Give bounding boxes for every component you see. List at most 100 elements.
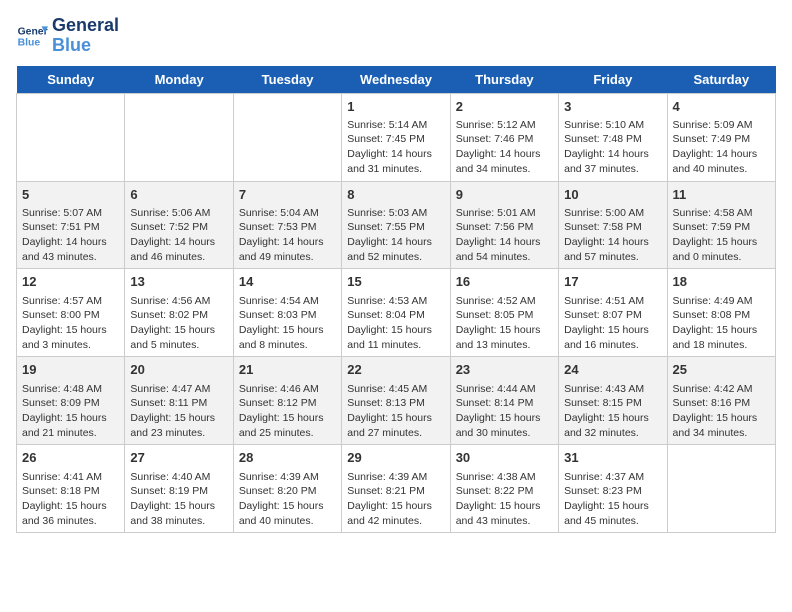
cell-sun-info: Sunrise: 5:01 AM Sunset: 7:56 PM Dayligh…	[456, 206, 553, 265]
cell-sun-info: Sunrise: 4:47 AM Sunset: 8:11 PM Dayligh…	[130, 382, 227, 441]
date-number: 26	[22, 449, 119, 467]
date-number: 13	[130, 273, 227, 291]
calendar-cell	[17, 93, 125, 181]
cell-sun-info: Sunrise: 4:48 AM Sunset: 8:09 PM Dayligh…	[22, 382, 119, 441]
calendar-cell: 8 Sunrise: 5:03 AM Sunset: 7:55 PM Daylig…	[342, 181, 450, 269]
cell-sun-info: Sunrise: 4:57 AM Sunset: 8:00 PM Dayligh…	[22, 294, 119, 353]
cell-sun-info: Sunrise: 5:03 AM Sunset: 7:55 PM Dayligh…	[347, 206, 444, 265]
cell-sun-info: Sunrise: 4:41 AM Sunset: 8:18 PM Dayligh…	[22, 470, 119, 529]
date-number: 14	[239, 273, 336, 291]
date-number: 23	[456, 361, 553, 379]
calendar-cell: 6 Sunrise: 5:06 AM Sunset: 7:52 PM Daylig…	[125, 181, 233, 269]
weekday-header-wednesday: Wednesday	[342, 66, 450, 94]
date-number: 11	[673, 186, 770, 204]
date-number: 17	[564, 273, 661, 291]
calendar-cell: 19 Sunrise: 4:48 AM Sunset: 8:09 PM Dayli…	[17, 357, 125, 445]
calendar-cell: 26 Sunrise: 4:41 AM Sunset: 8:18 PM Dayli…	[17, 445, 125, 533]
cell-sun-info: Sunrise: 4:51 AM Sunset: 8:07 PM Dayligh…	[564, 294, 661, 353]
cell-sun-info: Sunrise: 4:45 AM Sunset: 8:13 PM Dayligh…	[347, 382, 444, 441]
logo-icon: General Blue	[16, 20, 48, 52]
calendar-cell: 21 Sunrise: 4:46 AM Sunset: 8:12 PM Dayli…	[233, 357, 341, 445]
calendar-cell: 22 Sunrise: 4:45 AM Sunset: 8:13 PM Dayli…	[342, 357, 450, 445]
date-number: 20	[130, 361, 227, 379]
cell-sun-info: Sunrise: 4:52 AM Sunset: 8:05 PM Dayligh…	[456, 294, 553, 353]
calendar-cell: 5Sunrise: 5:07 AM Sunset: 7:51 PM Daylig…	[17, 181, 125, 269]
date-number: 9	[456, 186, 553, 204]
date-number: 8	[347, 186, 444, 204]
date-number: 18	[673, 273, 770, 291]
weekday-header-monday: Monday	[125, 66, 233, 94]
calendar-cell: 29Sunrise: 4:39 AM Sunset: 8:21 PM Dayli…	[342, 445, 450, 533]
calendar-cell: 25 Sunrise: 4:42 AM Sunset: 8:16 PM Dayli…	[667, 357, 775, 445]
date-number: 25	[673, 361, 770, 379]
calendar-table: SundayMondayTuesdayWednesdayThursdayFrid…	[16, 66, 776, 534]
calendar-cell: 15Sunrise: 4:53 AM Sunset: 8:04 PM Dayli…	[342, 269, 450, 357]
calendar-cell	[233, 93, 341, 181]
calendar-cell	[125, 93, 233, 181]
cell-sun-info: Sunrise: 4:39 AM Sunset: 8:21 PM Dayligh…	[347, 470, 444, 529]
calendar-cell: 2 Sunrise: 5:12 AM Sunset: 7:46 PM Daylig…	[450, 93, 558, 181]
logo: General Blue General Blue	[16, 16, 119, 56]
calendar-cell: 1 Sunrise: 5:14 AM Sunset: 7:45 PM Daylig…	[342, 93, 450, 181]
calendar-cell: 10Sunrise: 5:00 AM Sunset: 7:58 PM Dayli…	[559, 181, 667, 269]
date-number: 21	[239, 361, 336, 379]
cell-sun-info: Sunrise: 5:10 AM Sunset: 7:48 PM Dayligh…	[564, 118, 661, 177]
calendar-cell: 16Sunrise: 4:52 AM Sunset: 8:05 PM Dayli…	[450, 269, 558, 357]
calendar-cell: 13 Sunrise: 4:56 AM Sunset: 8:02 PM Dayli…	[125, 269, 233, 357]
calendar-cell: 24 Sunrise: 4:43 AM Sunset: 8:15 PM Dayli…	[559, 357, 667, 445]
cell-sun-info: Sunrise: 4:37 AM Sunset: 8:23 PM Dayligh…	[564, 470, 661, 529]
calendar-cell: 7 Sunrise: 5:04 AM Sunset: 7:53 PM Daylig…	[233, 181, 341, 269]
weekday-header-saturday: Saturday	[667, 66, 775, 94]
cell-sun-info: Sunrise: 5:14 AM Sunset: 7:45 PM Dayligh…	[347, 118, 444, 177]
cell-sun-info: Sunrise: 5:09 AM Sunset: 7:49 PM Dayligh…	[673, 118, 770, 177]
calendar-cell: 3 Sunrise: 5:10 AM Sunset: 7:48 PM Daylig…	[559, 93, 667, 181]
cell-sun-info: Sunrise: 4:44 AM Sunset: 8:14 PM Dayligh…	[456, 382, 553, 441]
cell-sun-info: Sunrise: 4:56 AM Sunset: 8:02 PM Dayligh…	[130, 294, 227, 353]
date-number: 30	[456, 449, 553, 467]
date-number: 6	[130, 186, 227, 204]
calendar-week-row: 1 Sunrise: 5:14 AM Sunset: 7:45 PM Daylig…	[17, 93, 776, 181]
date-number: 28	[239, 449, 336, 467]
cell-sun-info: Sunrise: 4:38 AM Sunset: 8:22 PM Dayligh…	[456, 470, 553, 529]
date-number: 10	[564, 186, 661, 204]
calendar-cell: 18Sunrise: 4:49 AM Sunset: 8:08 PM Dayli…	[667, 269, 775, 357]
cell-sun-info: Sunrise: 5:06 AM Sunset: 7:52 PM Dayligh…	[130, 206, 227, 265]
calendar-week-row: 19 Sunrise: 4:48 AM Sunset: 8:09 PM Dayli…	[17, 357, 776, 445]
weekday-header-tuesday: Tuesday	[233, 66, 341, 94]
date-number: 2	[456, 98, 553, 116]
cell-sun-info: Sunrise: 4:54 AM Sunset: 8:03 PM Dayligh…	[239, 294, 336, 353]
date-number: 12	[22, 273, 119, 291]
weekday-header-friday: Friday	[559, 66, 667, 94]
date-number: 5	[22, 186, 119, 204]
calendar-cell: 31 Sunrise: 4:37 AM Sunset: 8:23 PM Dayli…	[559, 445, 667, 533]
date-number: 3	[564, 98, 661, 116]
calendar-cell: 12 Sunrise: 4:57 AM Sunset: 8:00 PM Dayli…	[17, 269, 125, 357]
cell-sun-info: Sunrise: 5:04 AM Sunset: 7:53 PM Dayligh…	[239, 206, 336, 265]
calendar-cell: 4 Sunrise: 5:09 AM Sunset: 7:49 PM Daylig…	[667, 93, 775, 181]
weekday-header-thursday: Thursday	[450, 66, 558, 94]
cell-sun-info: Sunrise: 4:43 AM Sunset: 8:15 PM Dayligh…	[564, 382, 661, 441]
date-number: 19	[22, 361, 119, 379]
cell-sun-info: Sunrise: 4:46 AM Sunset: 8:12 PM Dayligh…	[239, 382, 336, 441]
weekday-header-sunday: Sunday	[17, 66, 125, 94]
page-header: General Blue General Blue	[16, 16, 776, 56]
date-number: 24	[564, 361, 661, 379]
date-number: 1	[347, 98, 444, 116]
calendar-cell: 17 Sunrise: 4:51 AM Sunset: 8:07 PM Dayli…	[559, 269, 667, 357]
calendar-cell: 27 Sunrise: 4:40 AM Sunset: 8:19 PM Dayli…	[125, 445, 233, 533]
weekday-header-row: SundayMondayTuesdayWednesdayThursdayFrid…	[17, 66, 776, 94]
date-number: 22	[347, 361, 444, 379]
date-number: 4	[673, 98, 770, 116]
date-number: 31	[564, 449, 661, 467]
calendar-cell: 20 Sunrise: 4:47 AM Sunset: 8:11 PM Dayli…	[125, 357, 233, 445]
cell-sun-info: Sunrise: 4:58 AM Sunset: 7:59 PM Dayligh…	[673, 206, 770, 265]
date-number: 7	[239, 186, 336, 204]
cell-sun-info: Sunrise: 4:42 AM Sunset: 8:16 PM Dayligh…	[673, 382, 770, 441]
date-number: 27	[130, 449, 227, 467]
svg-text:Blue: Blue	[18, 37, 41, 48]
calendar-week-row: 26 Sunrise: 4:41 AM Sunset: 8:18 PM Dayli…	[17, 445, 776, 533]
calendar-cell: 30 Sunrise: 4:38 AM Sunset: 8:22 PM Dayli…	[450, 445, 558, 533]
cell-sun-info: Sunrise: 4:40 AM Sunset: 8:19 PM Dayligh…	[130, 470, 227, 529]
cell-sun-info: Sunrise: 5:12 AM Sunset: 7:46 PM Dayligh…	[456, 118, 553, 177]
cell-sun-info: Sunrise: 4:39 AM Sunset: 8:20 PM Dayligh…	[239, 470, 336, 529]
